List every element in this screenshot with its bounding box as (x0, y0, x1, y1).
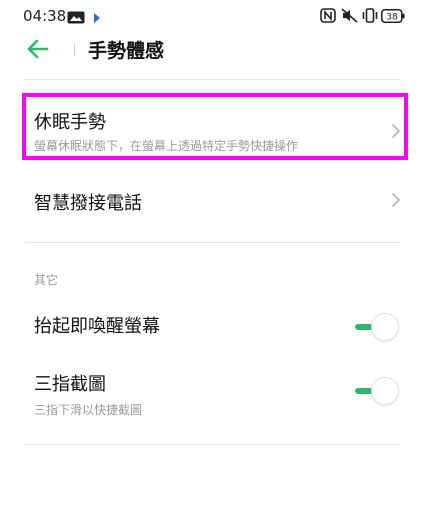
battery-icon: 38 (381, 8, 405, 27)
vibrate-icon (362, 8, 378, 27)
status-time: 04:38 (23, 7, 67, 25)
back-arrow-icon[interactable] (25, 36, 51, 62)
divider (25, 444, 400, 445)
divider (25, 242, 400, 243)
play-icon (93, 9, 101, 28)
toggle-three-finger-screenshot[interactable] (355, 376, 401, 406)
divider (25, 79, 400, 80)
image-icon (67, 9, 85, 28)
nfc-icon (320, 8, 336, 27)
list-item-subtitle: 三指下滑以快捷截圖 (34, 403, 143, 417)
list-item-three-finger-screenshot[interactable]: 三指截圖 三指下滑以快捷截圖 (22, 362, 407, 422)
header-divider (74, 43, 75, 56)
list-item-raise-to-wake[interactable]: 抬起即喚醒螢幕 (22, 302, 407, 352)
toggle-knob (371, 313, 399, 341)
mute-icon (341, 8, 358, 27)
highlight-box (22, 93, 408, 160)
battery-level: 38 (386, 13, 398, 23)
toggle-raise-to-wake[interactable] (355, 312, 401, 342)
chevron-right-icon (391, 192, 401, 208)
list-item-smart-call[interactable]: 智慧撥接電話 (22, 172, 407, 228)
list-item-title: 抬起即喚醒螢幕 (34, 316, 160, 337)
section-label-other: 其它 (34, 273, 59, 287)
status-bar: 04:38 38 (0, 0, 421, 30)
toggle-knob (371, 377, 399, 405)
list-item-title: 智慧撥接電話 (34, 193, 142, 214)
list-item-title: 三指截圖 (34, 374, 106, 395)
header: 手勢體感 (0, 30, 421, 82)
page-title: 手勢體感 (88, 40, 165, 62)
